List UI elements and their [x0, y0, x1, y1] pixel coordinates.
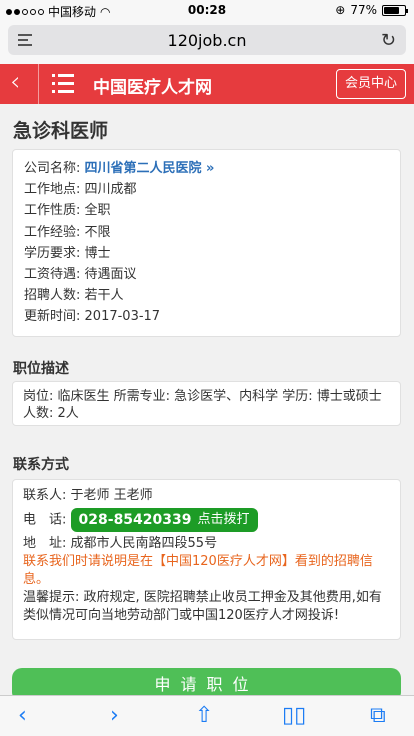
phone-number[interactable]: 028-85420339: [79, 511, 192, 529]
info-row-salary: 工资待遇: 待遇面议: [24, 267, 137, 283]
info-row-experience: 工作经验: 不限: [24, 224, 111, 240]
info-row-location: 工作地点: 四川成都: [24, 182, 137, 198]
contact-card: 联系人: 于老师 王老师 电 话: 028-85420339 点击拨打 地 址: …: [12, 479, 401, 640]
info-row-updated: 更新时间: 2017-03-17: [24, 309, 161, 325]
info-row-education: 学历要求: 博士: [24, 245, 111, 261]
status-right: ⊕ 77%: [335, 3, 408, 17]
contact-phone-row: 电 话: 028-85420339 点击拨打: [23, 505, 390, 535]
battery-percent: 77%: [350, 3, 377, 17]
back-icon[interactable]: ‹: [10, 67, 20, 97]
job-info-card: 公司名称: 四川省第二人民医院 » 工作地点: 四川成都 工作性质: 全职 工作…: [12, 149, 401, 337]
company-link[interactable]: 四川省第二人民医院 »: [85, 161, 215, 176]
address-bar[interactable]: 120job.cn ↻: [8, 25, 406, 55]
forward-nav-icon[interactable]: ›: [110, 702, 119, 730]
url-text[interactable]: 120job.cn: [8, 31, 406, 50]
member-center-button[interactable]: 会员中心: [335, 69, 406, 99]
app-header: ‹ 中国医疗人才网 会员中心: [0, 64, 414, 104]
contact-notice: 联系我们时请说明是在【中国120医疗人才网】看到的招聘信息。: [23, 554, 373, 587]
contact-address: 成都市人民南路四段55号: [70, 536, 218, 551]
contact-address-row: 地 址: 成都市人民南路四段55号: [23, 536, 218, 551]
contact-person: 于老师 王老师: [70, 488, 153, 503]
reload-icon[interactable]: ↻: [381, 30, 396, 51]
description-heading: 职位描述: [13, 361, 69, 377]
info-row-headcount: 招聘人数: 若干人: [24, 288, 124, 304]
header-divider: [38, 64, 39, 104]
orientation-lock-icon: ⊕: [335, 3, 346, 17]
call-button[interactable]: 028-85420339 点击拨打: [70, 508, 258, 532]
share-icon[interactable]: ⇧: [195, 702, 213, 730]
bookmarks-icon[interactable]: ▯▯: [282, 702, 306, 730]
site-title[interactable]: 中国医疗人才网: [93, 73, 212, 98]
description-card: 岗位: 临床医生 所需专业: 急诊医学、内科学 学历: 博士或硕士 人数: 2人: [12, 381, 401, 426]
browser-address-area: 120job.cn ↻: [0, 20, 414, 64]
battery-icon: [382, 4, 408, 16]
status-bar: 中国移动 ◠ 00:28 ⊕ 77%: [0, 0, 414, 20]
browser-toolbar: ‹ › ⇧ ▯▯ ⧉: [0, 695, 414, 736]
menu-icon[interactable]: [52, 73, 74, 95]
warm-tip: 温馨提示: 政府规定, 医院招聘禁止收员工押金及其他费用,如有类似情况可向当地劳…: [23, 590, 382, 623]
job-title: 急诊科医师: [13, 120, 109, 142]
info-row-nature: 工作性质: 全职: [24, 203, 111, 219]
info-row-company: 公司名称: 四川省第二人民医院 »: [24, 161, 215, 176]
contact-heading: 联系方式: [13, 457, 69, 473]
page-content: 急诊科医师 公司名称: 四川省第二人民医院 » 工作地点: 四川成都 工作性质:…: [0, 104, 414, 695]
tabs-icon[interactable]: ⧉: [370, 702, 386, 730]
back-nav-icon[interactable]: ‹: [18, 702, 27, 730]
description-text: 岗位: 临床医生 所需专业: 急诊医学、内科学 学历: 博士或硕士 人数: 2人: [23, 389, 382, 421]
contact-person-row: 联系人: 于老师 王老师: [23, 488, 153, 503]
apply-button[interactable]: 申请职位: [12, 668, 401, 695]
